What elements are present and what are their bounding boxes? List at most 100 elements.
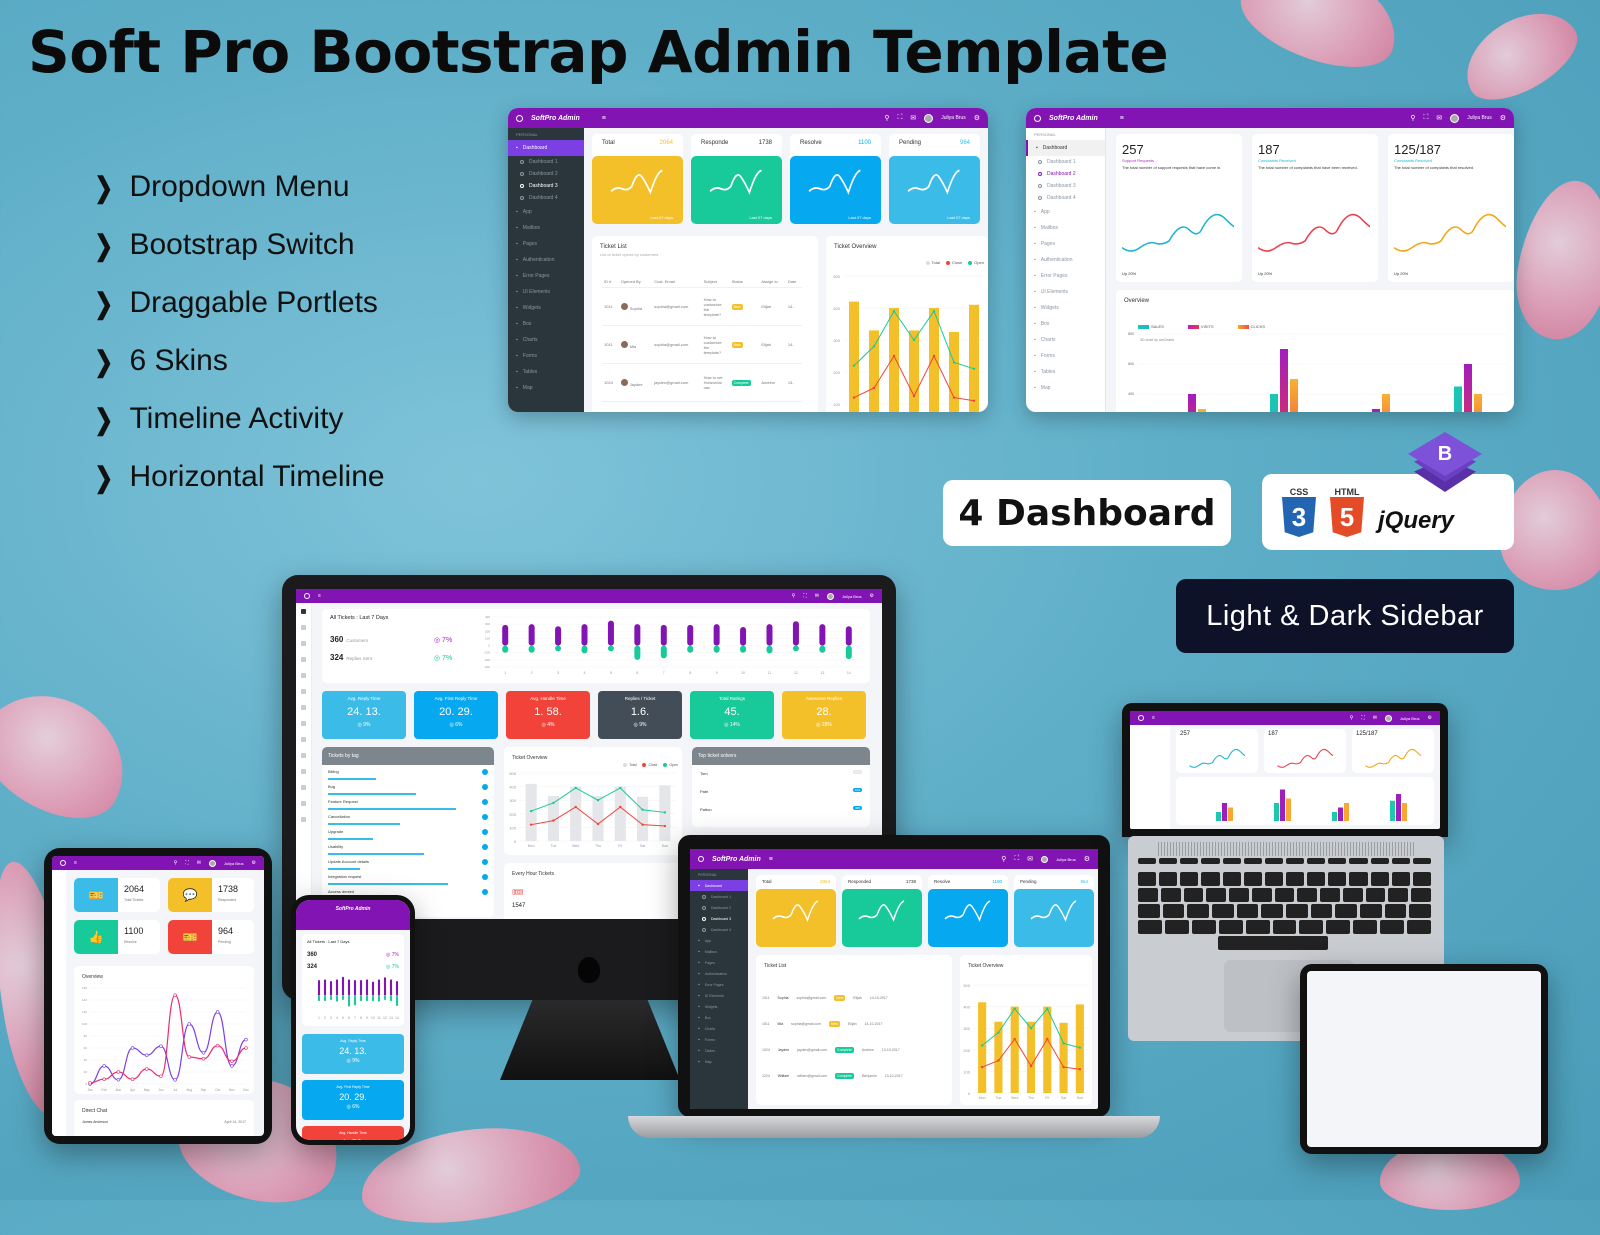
sidebar-item-dashboard-2[interactable]: Dashboard 2 (1026, 168, 1105, 180)
table-row[interactable]: 1024 Jaydee jayden@gmail.com How to set Hor… (602, 363, 802, 402)
sidebar-item-tables[interactable]: ▪ Tables (508, 364, 584, 380)
sidebar-icon[interactable] (301, 625, 306, 630)
sidebar-item-pages[interactable]: ▪ Pages (1026, 236, 1105, 252)
sidebar-item-forms[interactable]: ▪ Forms (1026, 348, 1105, 364)
sidebar-item-authentication[interactable]: ▪ Authentication (1026, 252, 1105, 268)
search-icon[interactable]: ⚲ (1350, 715, 1354, 721)
menu-toggle-icon[interactable]: ≡ (1152, 715, 1155, 721)
tag-item[interactable]: Feature Request (328, 799, 488, 813)
sidebar-item-error-pages[interactable]: ▪ Error Pages (1026, 268, 1105, 284)
user-menu[interactable]: Juliya Brus (1400, 716, 1420, 721)
sidebar-item-box[interactable]: ▪ Box (690, 1012, 748, 1023)
sidebar-item-ui-elements[interactable]: ▪ UI Elements (690, 990, 748, 1001)
sidebar-item-pages[interactable]: ▪ Pages (508, 236, 584, 252)
sidebar-item-widgets[interactable]: ▪ Widgets (1026, 300, 1105, 316)
sidebar-item-dashboard-2[interactable]: Dashboard 2 (508, 168, 584, 180)
sidebar-item-app[interactable]: ▪ App (690, 935, 748, 946)
sidebar-item-ui-elements[interactable]: ▪ UI Elements (1026, 284, 1105, 300)
settings-icon[interactable]: ⚙ (974, 114, 980, 122)
sidebar-item-map[interactable]: ▪ Map (508, 380, 584, 396)
sidebar-item-dashboard-4[interactable]: Dashboard 4 (690, 924, 748, 935)
avatar[interactable] (1384, 714, 1392, 722)
fullscreen-icon[interactable]: ⛶ (1014, 855, 1019, 863)
solver-item[interactable]: Patton 405 (700, 806, 862, 812)
sidebar-item-forms[interactable]: ▪ Forms (690, 1034, 748, 1045)
settings-icon[interactable]: ⚙ (870, 593, 874, 599)
sidebar-item-app[interactable]: ▪ App (1026, 204, 1105, 220)
sidebar-item-charts[interactable]: ▪ Charts (508, 332, 584, 348)
avatar[interactable] (1041, 855, 1049, 863)
sidebar-icon[interactable] (301, 785, 306, 790)
column-header[interactable]: Subject (701, 276, 730, 288)
sidebar-icon[interactable] (301, 641, 306, 646)
sidebar-item-dashboard[interactable]: ▪ Dashboard (508, 140, 584, 156)
column-header[interactable]: Opened By (618, 276, 653, 288)
mail-icon[interactable]: ✉ (910, 114, 916, 122)
column-header[interactable]: Status (729, 276, 760, 288)
sidebar-icon[interactable] (301, 657, 306, 662)
sidebar-item-error-pages[interactable]: ▪ Error Pages (690, 979, 748, 990)
sidebar-item-app[interactable]: ▪ App (508, 204, 584, 220)
fullscreen-icon[interactable]: ⛶ (803, 593, 807, 599)
sidebar-item-widgets[interactable]: ▪ Widgets (690, 1001, 748, 1012)
sidebar-item-error-pages[interactable]: ▪ Error Pages (508, 268, 584, 284)
sidebar-item-box[interactable]: ▪ Box (1026, 316, 1105, 332)
column-header[interactable]: Cust. Email (652, 276, 702, 288)
tag-item[interactable]: Upgrade (328, 829, 488, 843)
search-icon[interactable]: ⚲ (174, 860, 178, 866)
table-row[interactable]: 1011 Mia sophia@gmail.com New Elijah 14-10-20… (762, 1021, 946, 1027)
avatar[interactable] (826, 592, 834, 600)
search-icon[interactable]: ⚲ (1001, 855, 1006, 863)
user-menu[interactable]: Juliya Brus (224, 861, 244, 866)
avatar[interactable] (924, 113, 934, 123)
sidebar-item-dashboard-3[interactable]: Dashboard 3 (508, 180, 584, 192)
sidebar-icon[interactable] (301, 705, 306, 710)
tag-item[interactable]: Usability (328, 844, 488, 858)
settings-icon[interactable]: ⚙ (1428, 715, 1432, 721)
avatar[interactable] (1450, 113, 1460, 123)
sidebar-item-dashboard[interactable]: ▪ Dashboard (690, 880, 748, 891)
sidebar-item-mailbox[interactable]: ▪ Mailbox (1026, 220, 1105, 236)
sidebar-icon[interactable] (301, 817, 306, 822)
mail-icon[interactable]: ✉ (815, 593, 819, 599)
column-header[interactable]: Date (785, 276, 802, 288)
sidebar-item-forms[interactable]: ▪ Forms (508, 348, 584, 364)
tag-item[interactable]: Billing (328, 769, 488, 783)
sidebar-item-tables[interactable]: ▪ Tables (1026, 364, 1105, 380)
sidebar-item-dashboard[interactable]: ▪ Dashboard (1026, 140, 1105, 156)
sidebar-item-mailbox[interactable]: ▪ Mailbox (690, 946, 748, 957)
sidebar-item-dashboard-1[interactable]: Dashboard 1 (508, 156, 584, 168)
column-header[interactable]: Assign to (759, 276, 786, 288)
search-icon[interactable]: ⚲ (1410, 114, 1415, 122)
sidebar-icon[interactable] (301, 737, 306, 742)
sidebar-item-charts[interactable]: ▪ Charts (690, 1023, 748, 1034)
tag-item[interactable]: Cancellation (328, 814, 488, 828)
menu-toggle-icon[interactable]: ≡ (769, 856, 773, 863)
sidebar-item-dashboard-4[interactable]: Dashboard 4 (1026, 192, 1105, 204)
sidebar-item-dashboard-1[interactable]: Dashboard 1 (1026, 156, 1105, 168)
search-icon[interactable]: ⚲ (884, 114, 889, 122)
sidebar-icon[interactable] (301, 689, 306, 694)
sidebar-item-mailbox[interactable]: ▪ Mailbox (508, 220, 584, 236)
table-row[interactable]: 1011 Sophia sophia@gmail.com New Elijah 14-10… (762, 995, 946, 1001)
fullscreen-icon[interactable]: ⛶ (897, 114, 902, 122)
user-menu[interactable]: Juliya Brus (1056, 857, 1076, 862)
sidebar-item-authentication[interactable]: ▪ Authentication (508, 252, 584, 268)
user-menu[interactable]: Juliya Brus (1467, 115, 1491, 121)
user-menu[interactable]: Juliya Brus (842, 594, 862, 599)
sidebar-icon[interactable] (301, 801, 306, 806)
tag-item[interactable]: Bug (328, 784, 488, 798)
solver-item[interactable]: Pate 104 (700, 788, 862, 794)
sidebar-item-dashboard-3[interactable]: Dashboard 3 (690, 913, 748, 924)
sidebar-icon[interactable] (301, 673, 306, 678)
avatar[interactable] (208, 859, 216, 867)
sidebar-icon[interactable] (301, 721, 306, 726)
sidebar-item-tables[interactable]: ▪ Tables (690, 1045, 748, 1056)
sidebar-item-map[interactable]: ▪ Map (690, 1056, 748, 1067)
table-row[interactable]: 1011 Mia sophia@gmail.com How to customize … (602, 325, 802, 364)
menu-toggle-icon[interactable]: ≡ (74, 860, 77, 866)
sidebar-icon[interactable] (301, 753, 306, 758)
sidebar-item-pages[interactable]: ▪ Pages (690, 957, 748, 968)
fullscreen-icon[interactable]: ⛶ (185, 860, 189, 866)
settings-icon[interactable]: ⚙ (252, 860, 256, 866)
